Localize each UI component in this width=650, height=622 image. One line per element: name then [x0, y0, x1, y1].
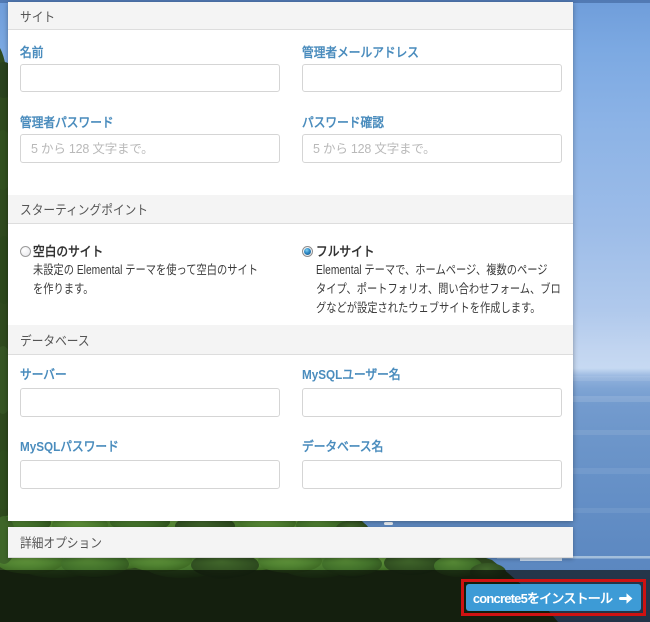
- database-name-label: データベース名: [302, 439, 547, 454]
- admin-password-input[interactable]: [20, 134, 280, 163]
- server-label: サーバー: [20, 367, 265, 382]
- database-name-input[interactable]: [302, 460, 562, 489]
- section-header-site: サイト: [8, 2, 573, 30]
- mysql-password-input[interactable]: [20, 460, 280, 489]
- name-input[interactable]: [20, 64, 280, 92]
- section-header-advanced-options[interactable]: 詳細オプション: [8, 527, 573, 558]
- arrow-right-icon: [619, 592, 634, 605]
- mysql-user-label: MySQLユーザー名: [302, 367, 547, 382]
- radio-full-site[interactable]: [302, 246, 313, 257]
- install-form-panel: サイト 名前 管理者メールアドレス 管理者パスワード パスワード確認 スターティ…: [8, 2, 573, 521]
- section-title-database: データベース: [20, 330, 90, 349]
- password-confirm-label: パスワード確認: [302, 115, 547, 130]
- install-button-label: concrete5をインストール: [473, 588, 612, 607]
- section-title-starting-point: スターティングポイント: [20, 200, 148, 219]
- mysql-password-label: MySQLパスワード: [20, 439, 265, 454]
- name-label: 名前: [20, 45, 265, 60]
- admin-email-input[interactable]: [302, 64, 562, 92]
- install-button[interactable]: concrete5をインストール: [466, 584, 641, 611]
- radio-blank-site-description: 未設定の Elemental テーマを使って空白のサイト を作ります。: [33, 261, 295, 299]
- mysql-user-input[interactable]: [302, 388, 562, 417]
- radio-blank-site[interactable]: [20, 246, 31, 257]
- server-input[interactable]: [20, 388, 280, 417]
- install-button-highlight-box: concrete5をインストール: [461, 579, 646, 616]
- section-title-site: サイト: [20, 6, 55, 25]
- admin-password-label: 管理者パスワード: [20, 115, 265, 130]
- section-title-advanced-options: 詳細オプション: [20, 533, 102, 552]
- admin-email-label: 管理者メールアドレス: [302, 45, 547, 60]
- password-confirm-input[interactable]: [302, 134, 562, 163]
- radio-blank-site-label[interactable]: 空白のサイト: [33, 244, 103, 259]
- section-header-database: データベース: [8, 325, 573, 355]
- radio-full-site-description: Elemental テーマで、ホームページ、複数のページ タイプ、ポートフォリオ…: [316, 261, 578, 318]
- section-header-starting-point: スターティングポイント: [8, 195, 573, 224]
- radio-full-site-label[interactable]: フルサイト: [316, 244, 375, 259]
